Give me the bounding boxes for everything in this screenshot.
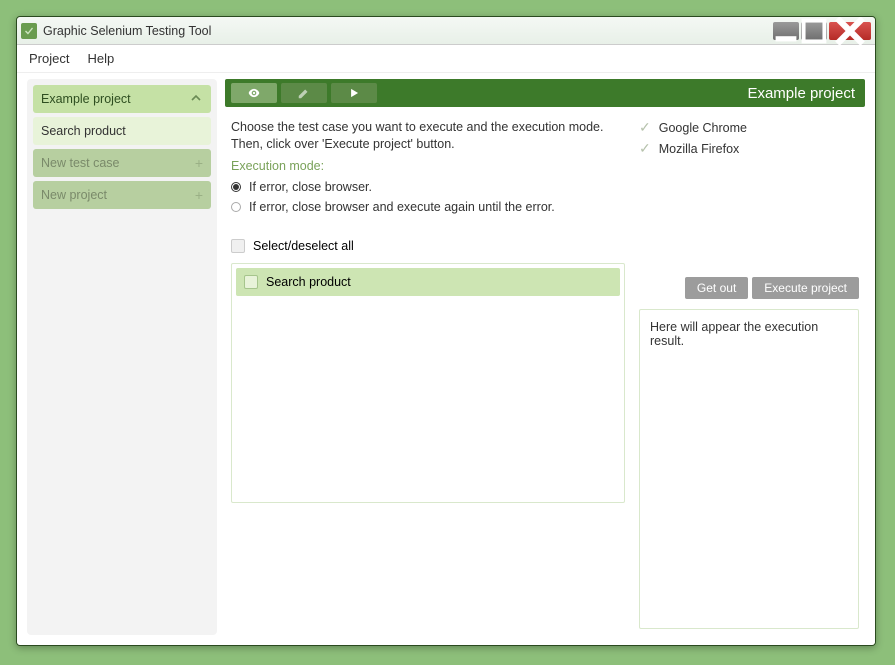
window-title: Graphic Selenium Testing Tool (43, 24, 773, 38)
execution-result-box: Here will appear the execution result. (639, 309, 859, 629)
radio-label: If error, close browser and execute agai… (249, 200, 555, 214)
chevron-up-icon (189, 91, 203, 108)
close-button[interactable] (829, 22, 871, 40)
browser-label: Mozilla Firefox (659, 142, 740, 156)
sidebar-item-label: Example project (41, 92, 131, 106)
play-icon (347, 86, 361, 100)
edit-button[interactable] (281, 83, 327, 103)
maximize-button[interactable] (801, 22, 827, 40)
menu-project[interactable]: Project (29, 51, 69, 66)
sidebar-item-label: New test case (41, 156, 120, 170)
sidebar: Example project Search product New test … (27, 79, 217, 635)
minimize-button[interactable] (773, 22, 799, 40)
check-icon: ✓ (639, 119, 651, 136)
execute-project-button[interactable]: Execute project (752, 277, 859, 299)
browser-firefox[interactable]: ✓ Mozilla Firefox (639, 140, 859, 157)
plus-icon: + (195, 187, 203, 203)
radio-label: If error, close browser. (249, 180, 372, 194)
sidebar-item-label: New project (41, 188, 107, 202)
test-case-list: Search product (231, 263, 625, 503)
sidebar-item-label: Search product (41, 124, 126, 138)
radio-retry[interactable]: If error, close browser and execute agai… (231, 197, 625, 217)
minimize-icon (773, 18, 799, 44)
execution-mode-label: Execution mode: (231, 159, 625, 173)
radio-dot-icon (231, 182, 241, 192)
sidebar-item-search-product[interactable]: Search product (33, 117, 211, 145)
project-toolbar: Example project (225, 79, 865, 107)
project-title: Example project (747, 85, 855, 102)
check-icon: ✓ (639, 140, 651, 157)
test-case-item[interactable]: Search product (236, 268, 620, 296)
select-all-toggle[interactable]: Select/deselect all (231, 239, 625, 253)
run-button[interactable] (331, 83, 377, 103)
checkbox-icon (244, 275, 258, 289)
menu-help[interactable]: Help (87, 51, 114, 66)
sidebar-item-new-test-case[interactable]: New test case + (33, 149, 211, 177)
radio-close-browser[interactable]: If error, close browser. (231, 177, 625, 197)
browser-list: ✓ Google Chrome ✓ Mozilla Firefox (639, 119, 859, 157)
browser-chrome[interactable]: ✓ Google Chrome (639, 119, 859, 136)
titlebar[interactable]: Graphic Selenium Testing Tool (17, 17, 875, 45)
plus-icon: + (195, 155, 203, 171)
checkbox-icon (231, 239, 245, 253)
sidebar-item-example-project[interactable]: Example project (33, 85, 211, 113)
instructions-text: Choose the test case you want to execute… (231, 119, 625, 153)
pencil-icon (297, 86, 311, 100)
radio-dot-icon (231, 202, 241, 212)
select-all-label: Select/deselect all (253, 239, 354, 253)
test-case-name: Search product (266, 275, 351, 289)
eye-icon (247, 86, 261, 100)
main-panel: Example project Choose the test case you… (225, 79, 865, 635)
view-button[interactable] (231, 83, 277, 103)
sidebar-item-new-project[interactable]: New project + (33, 181, 211, 209)
maximize-icon (801, 18, 827, 44)
menubar: Project Help (17, 45, 875, 73)
app-window: Graphic Selenium Testing Tool Project He… (16, 16, 876, 646)
app-icon (21, 23, 37, 39)
get-out-button[interactable]: Get out (685, 277, 748, 299)
browser-label: Google Chrome (659, 121, 747, 135)
